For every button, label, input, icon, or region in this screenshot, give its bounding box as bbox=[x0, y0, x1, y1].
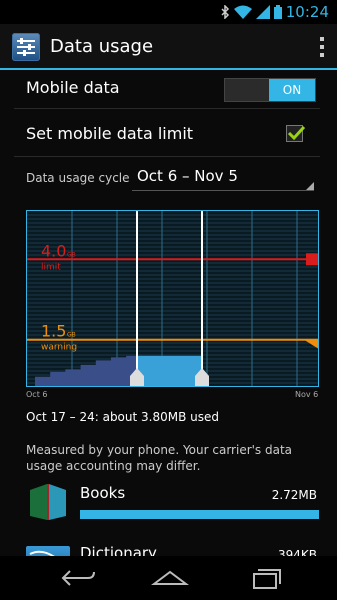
warning-value-label: 1.5 bbox=[41, 322, 66, 341]
status-bar: 10:24 bbox=[0, 0, 337, 24]
app-name: Books bbox=[80, 484, 126, 502]
mobile-data-limit-row[interactable]: Set mobile data limit bbox=[0, 108, 337, 156]
chart-axis-labels: Oct 6 Nov 6 bbox=[0, 388, 337, 402]
data-usage-cycle-row: Data usage cycle Oct 6 – Nov 5 bbox=[0, 156, 337, 196]
chart-svg: 4.0 GBlimit1.5 GBwarning bbox=[27, 211, 318, 386]
signal-icon bbox=[255, 5, 270, 19]
books-app-icon bbox=[30, 484, 66, 520]
battery-icon bbox=[273, 5, 282, 19]
mobile-data-limit-checkbox[interactable] bbox=[286, 125, 306, 142]
chart-selected-usage bbox=[137, 355, 202, 386]
status-time: 10:24 bbox=[285, 3, 329, 21]
warning-handle bbox=[304, 339, 318, 349]
toggle-on-label: ON bbox=[269, 79, 315, 101]
app-usage-row-books[interactable]: Books 2.72MB bbox=[0, 478, 337, 543]
warning-text-label: warning bbox=[41, 343, 77, 353]
limit-handle bbox=[306, 253, 318, 266]
axis-end-label: Nov 6 bbox=[295, 390, 319, 399]
mobile-data-label: Mobile data bbox=[26, 78, 120, 97]
app-usage-size: 394KB bbox=[277, 548, 317, 556]
recents-icon[interactable] bbox=[244, 566, 284, 590]
navigation-bar bbox=[0, 556, 337, 600]
app-usage-bar bbox=[80, 510, 319, 519]
app-usage-row-dictionary[interactable]: Dictionary 394KB bbox=[0, 542, 337, 556]
measurement-note: Measured by your phone. Your carrier's d… bbox=[26, 443, 293, 473]
cycle-spinner-underline bbox=[132, 190, 314, 191]
mobile-data-toggle[interactable]: ON bbox=[224, 78, 316, 102]
limit-unit-label: GB bbox=[67, 251, 76, 258]
cycle-label: Data usage cycle bbox=[26, 171, 130, 185]
app-name: Dictionary bbox=[80, 544, 157, 556]
dictionary-app-icon bbox=[26, 546, 70, 556]
warning-unit-label: GB bbox=[67, 332, 76, 339]
wifi-icon bbox=[233, 5, 252, 19]
back-icon[interactable] bbox=[58, 566, 98, 590]
bluetooth-icon bbox=[221, 5, 229, 19]
mobile-data-limit-label: Set mobile data limit bbox=[26, 124, 194, 143]
data-usage-app-icon[interactable] bbox=[12, 33, 40, 61]
home-icon[interactable] bbox=[150, 566, 190, 590]
overflow-menu-icon[interactable] bbox=[319, 37, 325, 57]
usage-chart[interactable]: 4.0 GB limit 1.5 GB warning bbox=[26, 210, 319, 387]
spinner-arrow-icon[interactable] bbox=[306, 182, 314, 190]
mobile-data-row[interactable]: Mobile data ON bbox=[0, 70, 337, 108]
axis-start-label: Oct 6 bbox=[26, 390, 48, 399]
data-usage-content: Mobile data ON Set mobile data limit Dat… bbox=[0, 70, 337, 556]
checkmark-icon bbox=[287, 125, 306, 141]
page-title: Data usage bbox=[50, 36, 154, 57]
action-bar: Data usage bbox=[0, 24, 337, 70]
cycle-spinner-value[interactable]: Oct 6 – Nov 5 bbox=[137, 167, 238, 185]
limit-value-label: 4.0 bbox=[41, 241, 66, 260]
limit-text-label: limit bbox=[41, 262, 61, 272]
app-usage-size: 2.72MB bbox=[271, 488, 317, 502]
usage-summary: Oct 17 – 24: about 3.80MB used bbox=[26, 410, 220, 424]
